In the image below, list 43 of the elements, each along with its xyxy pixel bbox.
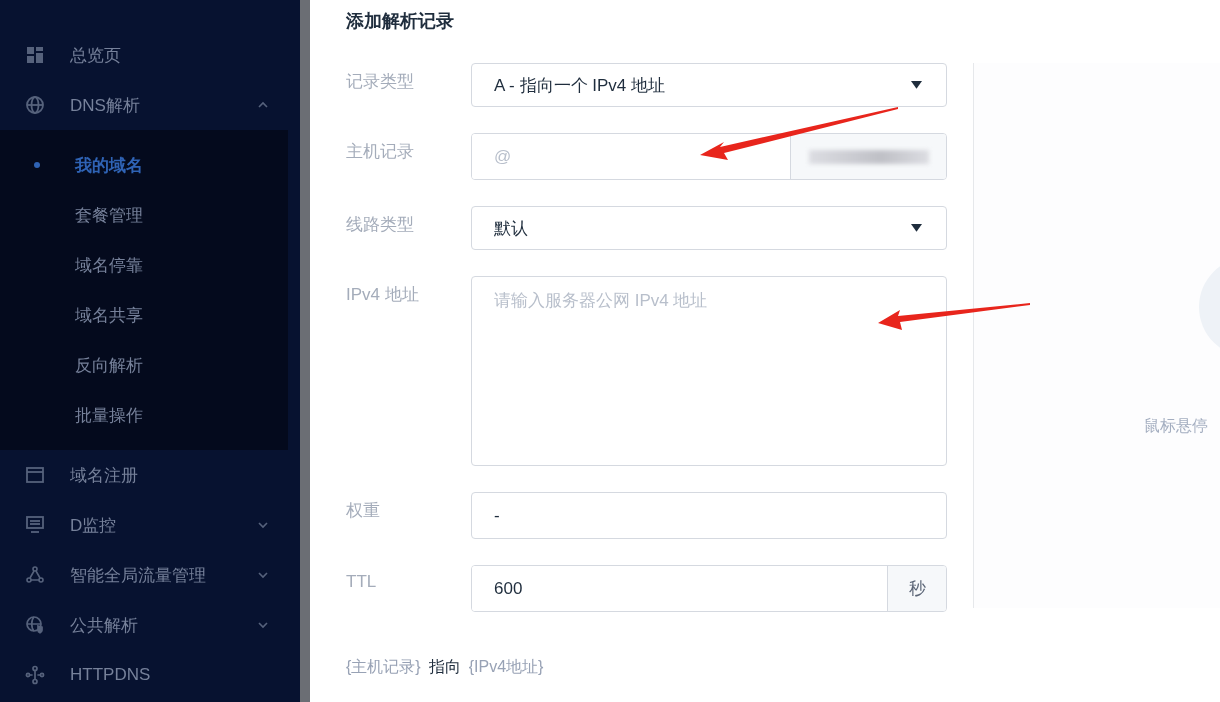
submenu-item[interactable]: 反向解析	[0, 340, 288, 390]
hint-text: 鼠标悬停	[1144, 416, 1208, 436]
chevron-down-icon	[257, 569, 269, 581]
submenu-item[interactable]: 域名共享	[0, 290, 288, 340]
submenu-item[interactable]: 批量操作	[0, 390, 288, 440]
field-label: 记录类型	[346, 71, 415, 93]
dropdown-arrow-icon	[911, 80, 922, 90]
placeholder-token: {IPv4地址}	[468, 657, 544, 677]
node-link-icon	[25, 665, 45, 685]
globe-icon	[25, 95, 45, 115]
menu-item[interactable]: 域名注册	[0, 450, 300, 500]
placeholder-token: {主机记录}	[346, 657, 421, 677]
globe-shield-icon	[25, 615, 45, 635]
select-field[interactable]: A - 指向一个 IPv4 地址	[471, 63, 947, 107]
input-field[interactable]: @	[471, 133, 947, 180]
submenu-item[interactable]: 域名停靠	[0, 240, 288, 290]
menu-item[interactable]: 公共解析	[0, 600, 300, 650]
chevron-down-icon	[257, 519, 269, 531]
menu-item[interactable]: D监控	[0, 500, 300, 550]
input-field[interactable]: -	[471, 492, 947, 539]
field-label: 权重	[346, 500, 381, 522]
form-title: 添加解析记录	[346, 10, 455, 33]
chevron-down-icon	[257, 619, 269, 631]
field-label: 线路类型	[346, 214, 415, 236]
select-field[interactable]: 默认	[471, 206, 947, 250]
menu-item[interactable]: HTTPDNS	[0, 650, 300, 700]
preview-text: 指向	[428, 657, 461, 677]
field-label: 主机记录	[346, 141, 415, 163]
unit-addon: 秒	[887, 566, 946, 611]
menu-item[interactable]: 总览页	[0, 30, 300, 80]
grid-icon	[25, 45, 45, 65]
nodes-triangle-icon	[25, 565, 45, 585]
monitor-icon	[25, 515, 45, 535]
field-label: TTL	[346, 571, 378, 592]
submenu-item[interactable]: 套餐管理	[0, 190, 288, 240]
menu-item[interactable]: DNS解析	[0, 80, 300, 130]
window-icon	[25, 465, 45, 485]
field-label: IPv4 地址	[346, 284, 420, 306]
menu-item[interactable]: 智能全局流量管理	[0, 550, 300, 600]
dropdown-arrow-icon	[911, 223, 922, 233]
submenu-item[interactable]: 我的域名	[0, 140, 288, 190]
textarea-field[interactable]: 请输入服务器公网 IPv4 地址	[471, 276, 947, 466]
input-field[interactable]: 600 秒	[471, 565, 947, 612]
